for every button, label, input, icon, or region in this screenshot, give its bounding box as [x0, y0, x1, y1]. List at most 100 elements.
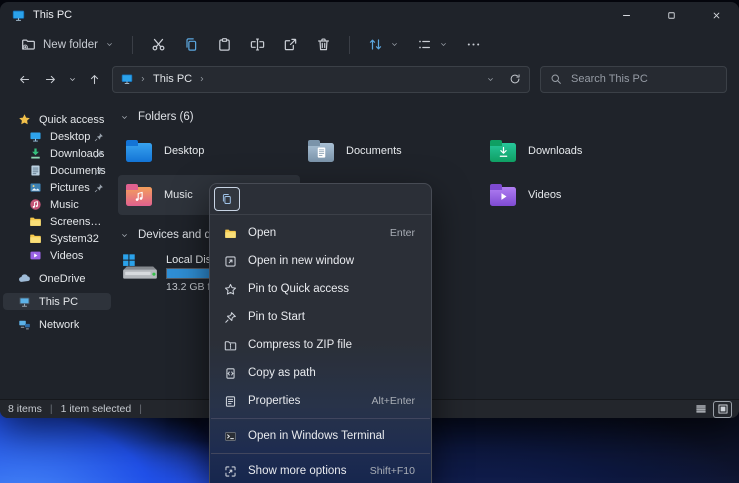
address-dropdown-icon[interactable]: [486, 75, 495, 84]
back-button[interactable]: [12, 67, 36, 91]
selection-count: 1 item selected: [61, 403, 132, 415]
folder-tile-videos[interactable]: Videos: [482, 175, 664, 215]
up-button[interactable]: [82, 67, 106, 91]
delete-icon: [316, 37, 331, 52]
chevron-down-icon: [390, 40, 399, 49]
copy-icon: [184, 37, 199, 52]
toolbar-button-rename[interactable]: [241, 31, 274, 58]
show-more-icon: [222, 465, 238, 478]
chevron-down-icon: [120, 113, 129, 122]
folder-icon: [126, 143, 152, 162]
sidebar-item-downloads[interactable]: Downloads: [3, 145, 111, 162]
menu-item-pin-to-start[interactable]: Pin to Start: [214, 303, 427, 331]
toolbar-button-copy[interactable]: [175, 31, 208, 58]
music-pink-icon: [29, 198, 42, 211]
sidebar-item-onedrive[interactable]: OneDrive: [3, 270, 111, 287]
sidebar-item-system32[interactable]: System32: [3, 230, 111, 247]
folder-icon: [490, 143, 516, 162]
menu-item-pin-to-quick-access[interactable]: Pin to Quick access: [214, 275, 427, 303]
sort-icon: [368, 37, 383, 52]
chevron-right-icon: [198, 75, 206, 83]
details-view-button[interactable]: [692, 402, 709, 417]
zip-icon: [222, 339, 238, 352]
folder-icon: [490, 187, 516, 206]
toolbar-button-cut[interactable]: [142, 31, 175, 58]
terminal-icon: [222, 430, 238, 443]
toolbar-button-view[interactable]: [408, 31, 457, 58]
folders-section-header[interactable]: Folders (6): [118, 109, 737, 125]
menu-item-open-in-new-window[interactable]: Open in new window: [214, 247, 427, 275]
sidebar-item-this-pc[interactable]: This PC: [3, 293, 111, 310]
copy-button[interactable]: [214, 187, 240, 211]
pin-icon: [94, 183, 104, 193]
toolbar-button-share[interactable]: [274, 31, 307, 58]
sidebar-item-quick-access[interactable]: Quick access: [3, 111, 111, 128]
download-green-icon: [29, 147, 42, 160]
folder-tile-desktop[interactable]: Desktop: [118, 131, 300, 171]
context-menu-items: Open Enter Open in new window Pin to Qui…: [210, 215, 431, 483]
cut-icon: [151, 37, 166, 52]
rename-icon: [250, 37, 265, 52]
maximize-button[interactable]: [649, 2, 694, 28]
paste-icon: [217, 37, 232, 52]
caption-buttons: [604, 2, 739, 28]
down-arrow-icon: [490, 143, 516, 162]
sidebar-item-desktop[interactable]: Desktop: [3, 128, 111, 145]
toolbar-button-sort[interactable]: [359, 31, 408, 58]
pin-outline-icon: [222, 311, 238, 324]
separator: [211, 418, 430, 419]
sidebar-item-documents[interactable]: Documents: [3, 162, 111, 179]
folder-tile-downloads[interactable]: Downloads: [482, 131, 664, 171]
folder-tile-documents[interactable]: Documents: [300, 131, 482, 171]
pc-monitor-icon: [18, 295, 31, 308]
chevron-down-icon: [105, 40, 114, 49]
star-outline-icon: [222, 283, 238, 296]
menu-item-properties[interactable]: Properties Alt+Enter: [214, 387, 427, 415]
desktop-blue-icon: [29, 130, 42, 143]
this-pc-icon: [12, 9, 25, 22]
item-count: 8 items: [8, 403, 42, 415]
document-blue-icon: [29, 164, 42, 177]
properties-icon: [222, 395, 238, 408]
toolbar-button-more[interactable]: [457, 31, 490, 58]
separator: [349, 36, 350, 54]
toolbar-button-paste[interactable]: [208, 31, 241, 58]
address-bar[interactable]: This PC: [112, 66, 530, 93]
folder-yellow-icon: [29, 232, 42, 245]
toolbar-button-delete[interactable]: [307, 31, 340, 58]
sidebar-item-music[interactable]: Music: [3, 196, 111, 213]
hard-drive-icon: [121, 253, 159, 281]
open-new-window-icon: [222, 255, 238, 268]
pin-icon: [94, 149, 104, 159]
close-button[interactable]: [694, 2, 739, 28]
sidebar-item-videos[interactable]: Videos: [3, 247, 111, 264]
sidebar-item-pictures[interactable]: Pictures: [3, 179, 111, 196]
minimize-button[interactable]: [604, 2, 649, 28]
menu-item-compress-to-zip-file[interactable]: Compress to ZIP file: [214, 331, 427, 359]
sidebar-item-screenshots[interactable]: Screenshots: [3, 213, 111, 230]
search-icon: [550, 73, 562, 85]
chevron-down-icon: [439, 40, 448, 49]
doc-lines-icon: [308, 143, 334, 162]
search-input[interactable]: [569, 72, 717, 86]
navigation-pane: Quick access Desktop Downloads: [0, 97, 114, 400]
menu-item-open[interactable]: Open Enter: [214, 219, 427, 247]
folder-yellow-icon: [29, 215, 42, 228]
sidebar-item-network[interactable]: Network: [3, 316, 111, 333]
breadcrumb[interactable]: This PC: [153, 73, 192, 85]
menu-item-open-in-windows-terminal[interactable]: Open in Windows Terminal: [214, 422, 427, 450]
forward-button[interactable]: [38, 67, 62, 91]
menu-item-copy-as-path[interactable]: Copy as path: [214, 359, 427, 387]
toolbar-button-new-folder[interactable]: New folder: [12, 31, 123, 58]
folders-header-label: Folders (6): [138, 111, 194, 123]
menu-item-show-more-options[interactable]: Show more options Shift+F10: [214, 457, 427, 483]
refresh-icon[interactable]: [509, 73, 521, 85]
star-gold-icon: [18, 113, 31, 126]
thumbnail-view-button[interactable]: [714, 402, 731, 417]
separator: [132, 36, 133, 54]
share-icon: [283, 37, 298, 52]
search-box[interactable]: [540, 66, 727, 93]
recent-locations-button[interactable]: [64, 67, 80, 91]
command-bar: New folder: [0, 28, 739, 61]
music-note-icon: [126, 187, 152, 206]
